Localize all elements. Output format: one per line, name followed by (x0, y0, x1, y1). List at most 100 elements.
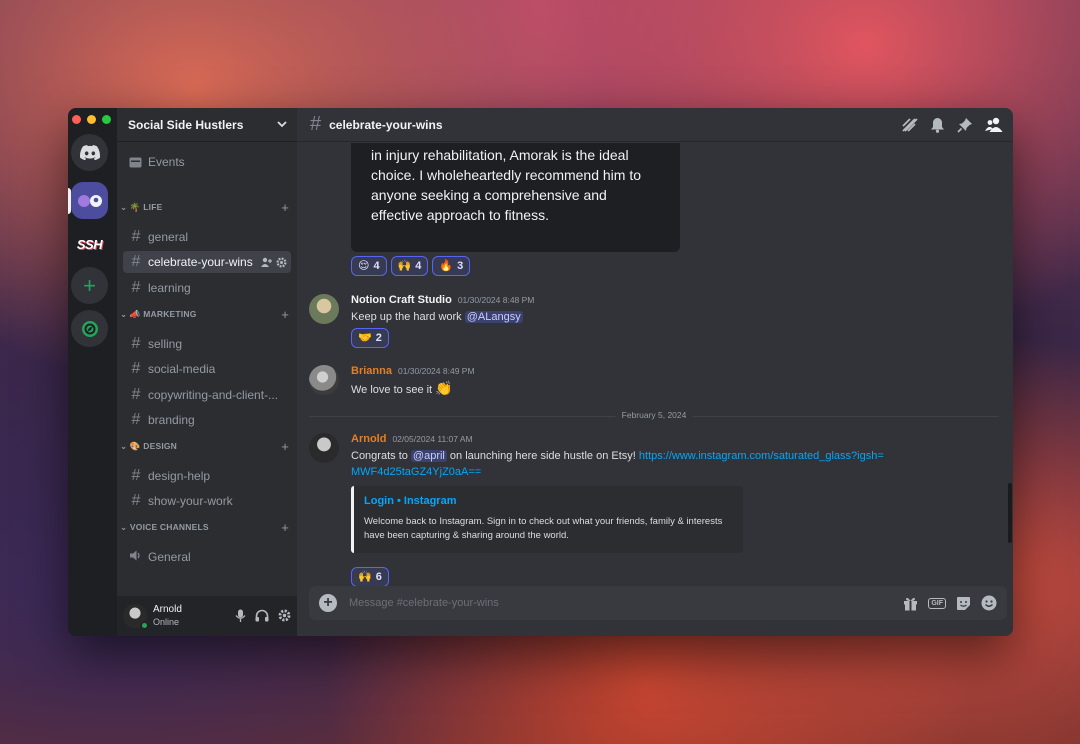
reaction-emoji: 🙌 (358, 570, 372, 583)
reaction-emoji: 🔥 (439, 259, 454, 272)
emoji-icon[interactable] (981, 595, 997, 611)
channel-selling[interactable]: # selling (123, 333, 291, 355)
avatar[interactable] (309, 294, 339, 324)
reaction-button[interactable]: 🙌 6 (351, 567, 389, 587)
reaction-button[interactable]: 🤝 2 (351, 328, 389, 348)
user-mention[interactable]: @ALangsy (464, 311, 523, 323)
channel-label: general (148, 230, 189, 244)
minimize-window-button[interactable] (87, 115, 96, 124)
reaction-count: 6 (375, 571, 382, 583)
avatar[interactable] (309, 365, 339, 395)
reaction-count: 2 (375, 332, 382, 344)
channel-social-media[interactable]: # social-media (123, 358, 291, 380)
category-voice-channels[interactable]: ⌄ VOICE CHANNELS + (120, 520, 289, 535)
hash-icon: # (131, 335, 141, 352)
online-status-dot (140, 621, 149, 630)
message-timestamp: 02/05/2024 11:07 AM (392, 434, 473, 444)
user-settings-gear-icon[interactable] (278, 609, 291, 622)
message-author[interactable]: Arnold (351, 433, 386, 445)
date-divider-label: February 5, 2024 (615, 410, 693, 420)
scrollbar[interactable] (1008, 483, 1012, 543)
channel-copywriting[interactable]: # copywriting-and-client-... (123, 384, 291, 406)
add-server-button[interactable]: + (71, 267, 108, 304)
user-meta[interactable]: Arnold Online (153, 604, 182, 628)
embed-description: Welcome back to Instagram. Sign in to ch… (364, 516, 723, 541)
voice-channel-general[interactable]: General (123, 546, 291, 568)
events-item[interactable]: Events (129, 155, 185, 169)
reaction-button[interactable]: 🙌 4 (390, 256, 429, 276)
pin-icon[interactable] (957, 117, 973, 133)
reaction-button[interactable]: 😌 4 (351, 256, 387, 276)
home-button[interactable] (71, 134, 108, 171)
category-voice-label: VOICE CHANNELS (129, 522, 209, 532)
message-timestamp: 01/30/2024 8:48 PM (457, 295, 535, 305)
channel-title: celebrate-your-wins (329, 117, 443, 132)
user-status: Online (153, 617, 180, 627)
message-text-part: Congrats to (351, 450, 411, 462)
threads-icon[interactable] (901, 117, 918, 133)
server-avatar-icon (77, 194, 102, 207)
speaker-icon (130, 548, 142, 566)
message-text: Congrats to @april on launching here sid… (351, 448, 891, 480)
message-item: Arnold 02/05/2024 11:07 AM Congrats to @… (309, 433, 1001, 553)
invite-icon[interactable] (261, 257, 272, 267)
channel-label: show-your-work (148, 494, 233, 508)
category-marketing[interactable]: ⌄ 📣 MARKETING + (120, 307, 289, 322)
gif-button[interactable]: GIF (928, 597, 946, 609)
hash-icon: # (131, 253, 141, 270)
microphone-icon[interactable] (235, 609, 246, 623)
channel-design-help[interactable]: # design-help (123, 465, 291, 487)
message-timestamp: 01/30/2024 8:49 PM (397, 366, 475, 376)
link-embed: Login • Instagram Welcome back to Instag… (351, 486, 743, 553)
image-attachment-text: in injury rehabilitation, Amorak is the … (371, 147, 642, 223)
reaction-count: 4 (373, 260, 380, 272)
create-channel-plus-icon[interactable]: + (281, 307, 289, 322)
server-header[interactable]: Social Side Hustlers (117, 108, 297, 142)
channel-label: learning (148, 281, 191, 295)
category-life[interactable]: ⌄ 🌴 LIFE + (120, 200, 289, 215)
discord-window: SSH + Social Side Hustlers Events ⌄ 🌴 LI… (68, 108, 1013, 636)
category-design[interactable]: ⌄ 🎨 DESIGN + (120, 439, 289, 454)
chevron-down-icon (277, 121, 287, 128)
gear-icon[interactable] (276, 256, 287, 268)
channel-general[interactable]: # general (123, 226, 291, 248)
message-input[interactable] (349, 597, 849, 609)
close-window-button[interactable] (72, 115, 81, 124)
message-item: Brianna 01/30/2024 8:49 PM We love to se… (309, 365, 1001, 398)
reaction-row: 🙌 6 (351, 567, 389, 587)
channel-celebrate-your-wins[interactable]: # celebrate-your-wins (123, 251, 291, 273)
headphones-icon[interactable] (255, 609, 269, 622)
user-mention[interactable]: @april (410, 450, 447, 462)
explore-servers-button[interactable] (71, 310, 108, 347)
channel-label: celebrate-your-wins (148, 255, 253, 269)
reaction-row: 🤝 2 (351, 328, 389, 348)
member-list-icon[interactable] (985, 117, 1003, 132)
channel-show-your-work[interactable]: # show-your-work (123, 490, 291, 512)
create-channel-plus-icon[interactable]: + (281, 439, 289, 454)
ssh-server-label: SSH (76, 237, 103, 252)
channel-branding[interactable]: # branding (123, 409, 291, 431)
zoom-window-button[interactable] (102, 115, 111, 124)
create-channel-plus-icon[interactable]: + (281, 200, 289, 215)
channel-topbar: # celebrate-your-wins (297, 108, 1013, 142)
avatar[interactable] (309, 433, 339, 463)
message-author[interactable]: Notion Craft Studio (351, 294, 452, 306)
channel-learning[interactable]: # learning (123, 277, 291, 299)
hash-icon: # (310, 113, 322, 135)
attach-plus-icon[interactable]: + (319, 594, 337, 612)
reaction-button[interactable]: 🔥 3 (432, 256, 471, 276)
embed-title-link[interactable]: Login • Instagram (364, 495, 733, 507)
message-text-part: Keep up the hard work (351, 311, 465, 323)
gift-icon[interactable] (903, 596, 918, 611)
bell-icon[interactable] (930, 117, 945, 133)
message-author[interactable]: Brianna (351, 365, 392, 377)
hash-icon: # (131, 411, 141, 428)
create-channel-plus-icon[interactable]: + (281, 520, 289, 535)
server-icon-social-side-hustlers[interactable] (71, 182, 108, 219)
sticker-icon[interactable] (956, 596, 971, 611)
hash-icon: # (131, 279, 141, 296)
reaction-count: 3 (457, 260, 464, 272)
server-icon-ssh[interactable]: SSH (71, 226, 108, 263)
avatar[interactable] (123, 604, 149, 630)
image-attachment[interactable]: in injury rehabilitation, Amorak is the … (351, 143, 680, 252)
